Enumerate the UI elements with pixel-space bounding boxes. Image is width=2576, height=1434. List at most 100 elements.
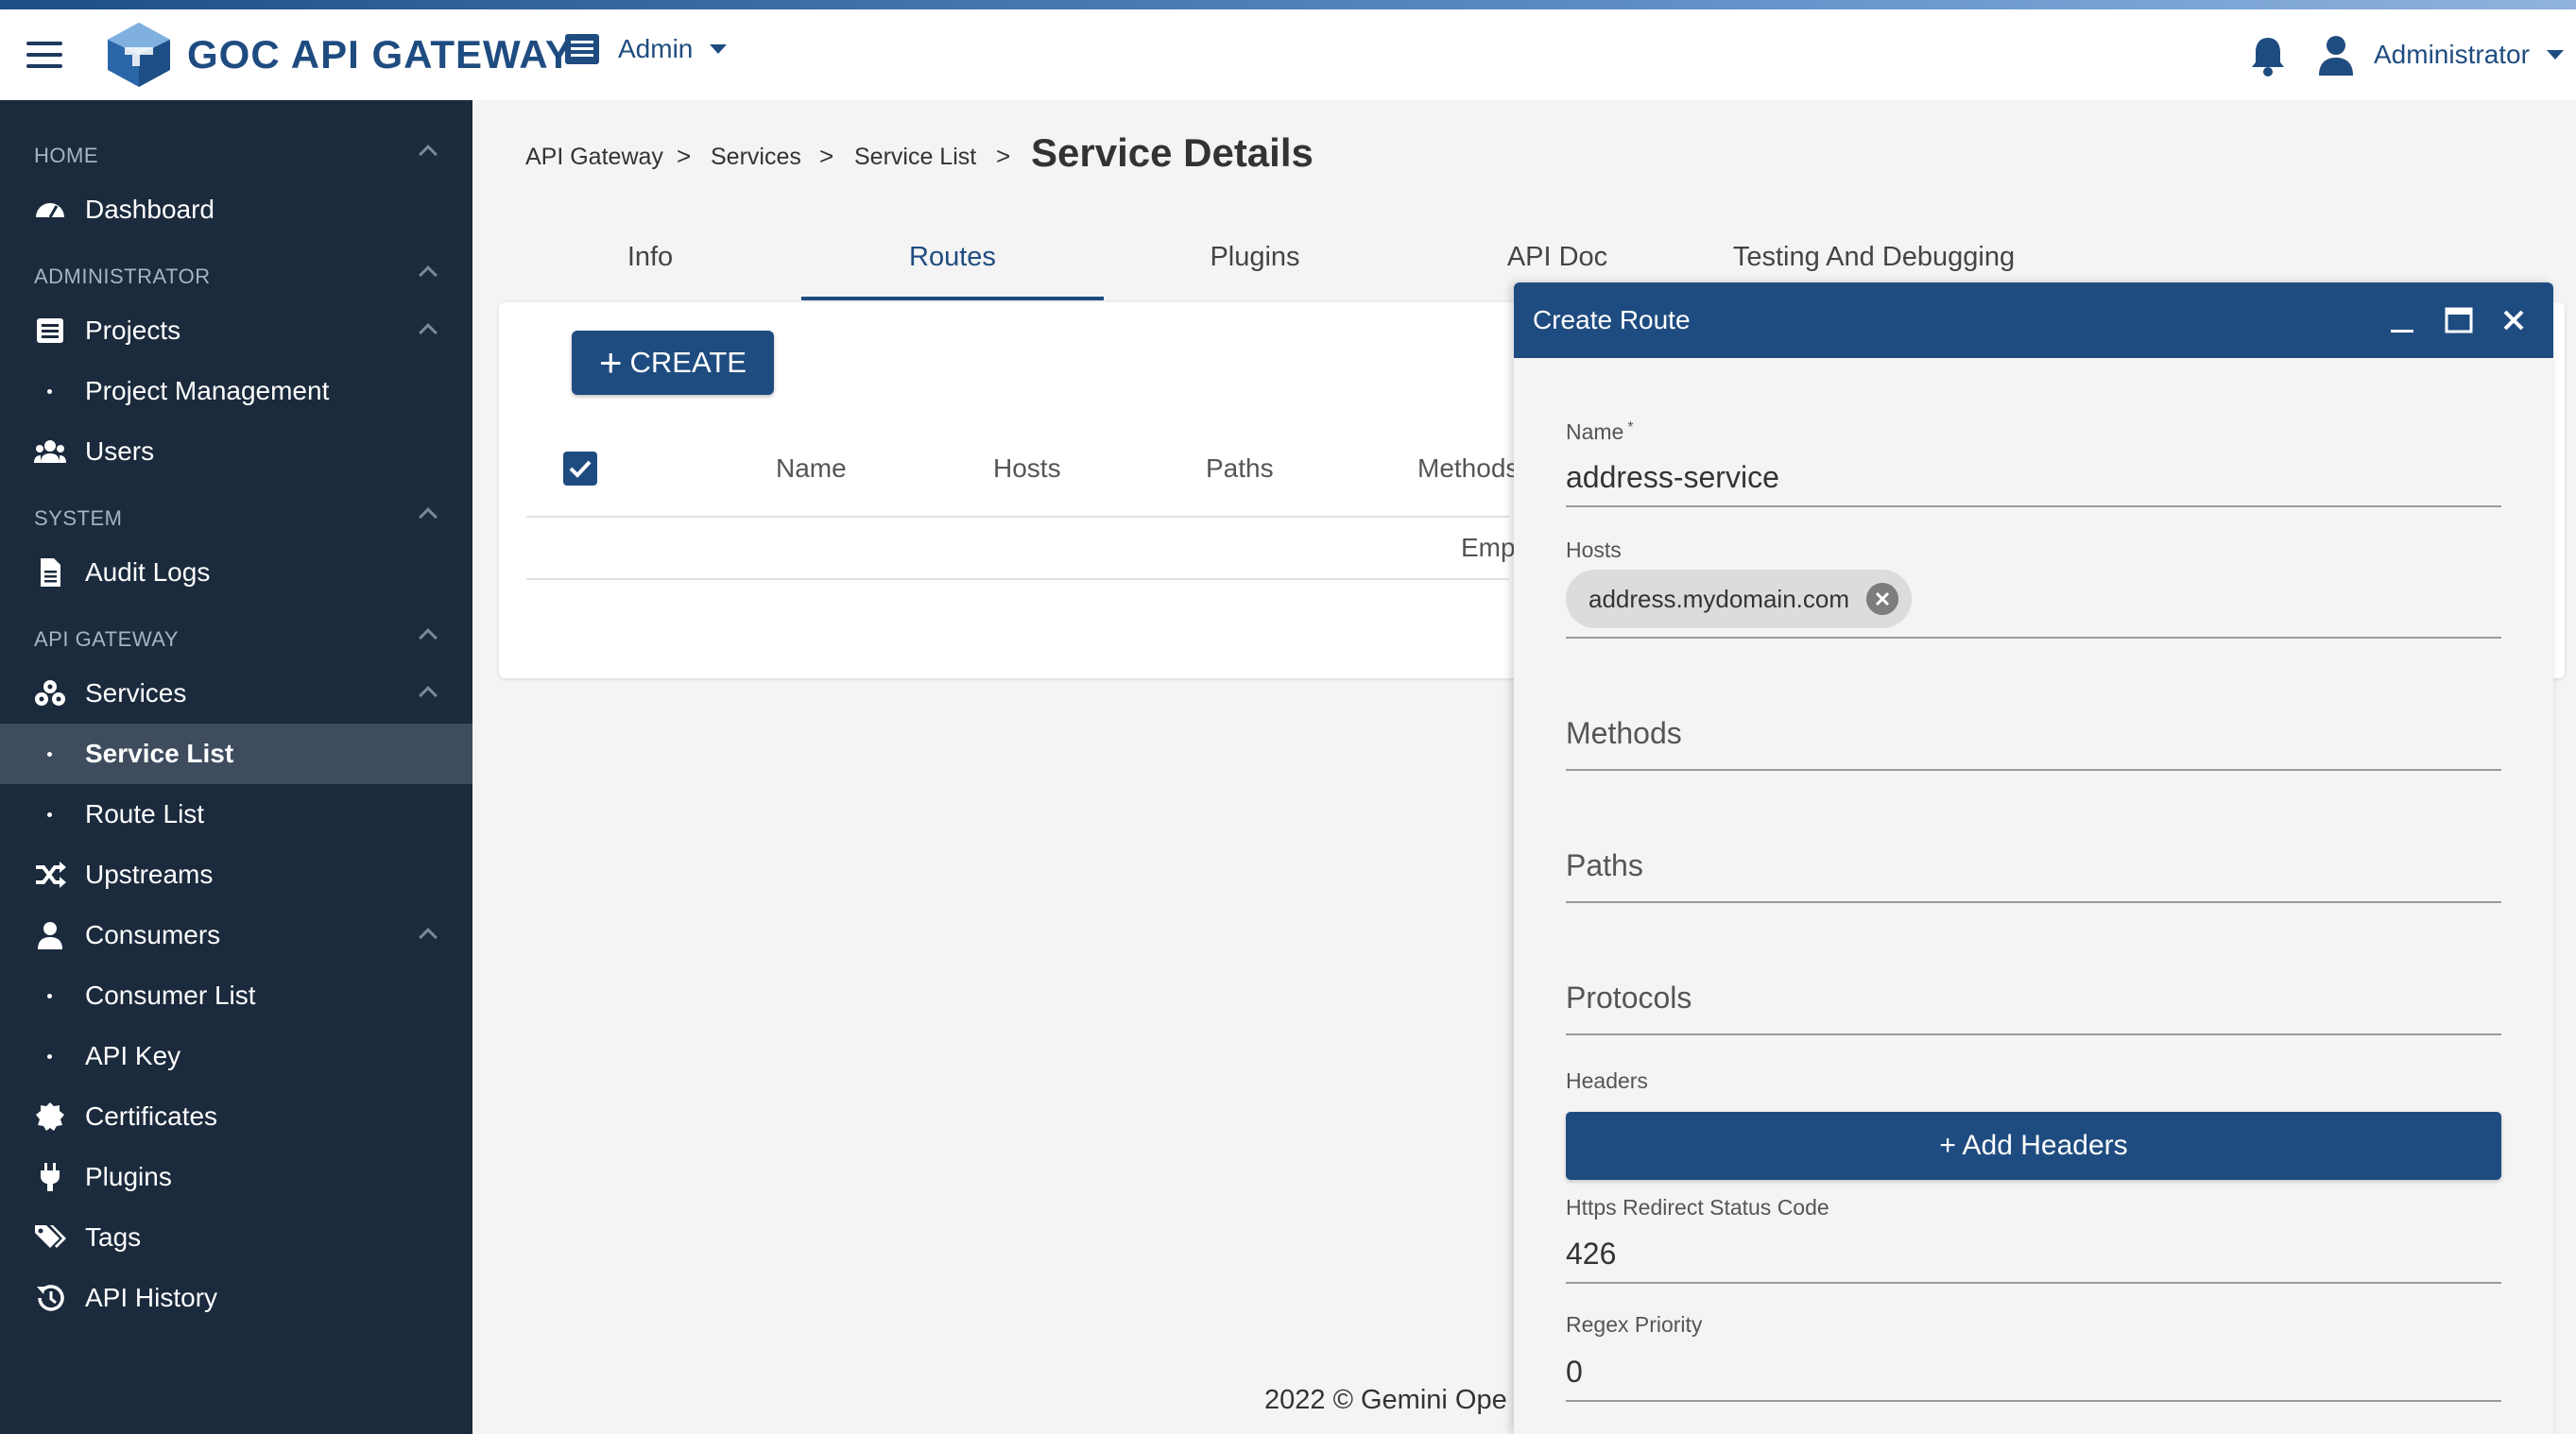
sidebar-item-services[interactable]: Services	[0, 663, 472, 724]
hosts-input[interactable]	[1566, 637, 2501, 639]
chevron-down-icon	[2546, 50, 2564, 60]
host-chip-label: address.mydomain.com	[1589, 584, 1849, 613]
user-name: Administrator	[2374, 40, 2530, 69]
sidebar-item-project-management[interactable]: Project Management	[0, 361, 472, 421]
section-administrator: ADMINISTRATOR	[34, 265, 211, 288]
add-headers-button[interactable]: + Add Headers	[1566, 1112, 2501, 1180]
sidebar-item-label: Tags	[85, 1222, 142, 1252]
sidebar-item-dashboard[interactable]: Dashboard	[0, 179, 472, 240]
sidebar-item-label: API Key	[85, 1041, 181, 1070]
tags-icon	[35, 1225, 66, 1248]
breadcrumb-separator: >	[819, 142, 834, 170]
top-accent-strip	[0, 0, 2576, 9]
chevron-up-icon[interactable]	[419, 507, 438, 526]
document-icon	[41, 558, 60, 587]
sidebar-item-consumers[interactable]: Consumers	[0, 905, 472, 965]
section-home: HOME	[34, 144, 98, 167]
tab-plugins[interactable]: Plugins	[1104, 242, 1406, 300]
regex-priority-input[interactable]: 0	[1566, 1355, 1583, 1390]
user-icon	[38, 922, 62, 949]
sidebar-item-plugins[interactable]: Plugins	[0, 1147, 472, 1207]
methods-input[interactable]: Methods	[1566, 716, 1682, 751]
list-icon	[37, 318, 63, 343]
sidebar-item-upstreams[interactable]: Upstreams	[0, 845, 472, 905]
top-header: GOC API GATEWAY Admin Administrator	[0, 9, 2576, 100]
breadcrumb-separator: >	[996, 142, 1011, 170]
name-input[interactable]: address-service	[1566, 460, 1779, 495]
breadcrumb-separator: >	[677, 142, 692, 170]
column-header-paths[interactable]: Paths	[1206, 453, 1274, 484]
active-tab-indicator	[801, 297, 1104, 300]
sidebar-item-users[interactable]: Users	[0, 421, 472, 482]
footer-copyright: 2022 © Gemini Ope	[1264, 1385, 1507, 1415]
sidebar-item-tags[interactable]: Tags	[0, 1207, 472, 1268]
breadcrumb-services[interactable]: Services	[711, 144, 801, 171]
sidebar-item-api-history[interactable]: API History	[0, 1268, 472, 1328]
close-icon[interactable]	[2497, 303, 2531, 337]
methods-underline	[1566, 769, 2501, 771]
host-chip: address.mydomain.com	[1566, 570, 1912, 628]
maximize-icon[interactable]	[2442, 303, 2476, 337]
empty-table-text: Emp	[1461, 533, 1516, 562]
sidebar-item-route-list[interactable]: Route List	[0, 784, 472, 845]
minimize-icon[interactable]	[2385, 303, 2419, 337]
create-route-button[interactable]: + CREATE	[572, 331, 774, 395]
bullet-icon	[47, 751, 52, 757]
check-icon	[569, 460, 592, 478]
tab-info[interactable]: Info	[499, 242, 801, 300]
table-divider	[526, 516, 1509, 518]
chevron-up-icon[interactable]	[419, 628, 438, 647]
breadcrumb-service-list[interactable]: Service List	[854, 144, 976, 171]
sidebar-item-label: Users	[85, 436, 155, 466]
chevron-up-icon[interactable]	[419, 145, 438, 163]
section-api-gateway: API GATEWAY	[34, 627, 180, 651]
column-header-name[interactable]: Name	[776, 453, 847, 484]
create-label: CREATE	[629, 346, 747, 379]
column-header-hosts[interactable]: Hosts	[993, 453, 1061, 484]
breadcrumb-api-gateway[interactable]: API Gateway	[525, 144, 663, 171]
sidebar-item-audit-logs[interactable]: Audit Logs	[0, 542, 472, 603]
shuffle-icon	[36, 862, 66, 888]
sidebar-item-label: Plugins	[85, 1162, 172, 1191]
headers-label: Headers	[1566, 1068, 1648, 1093]
dialog-title: Create Route	[1533, 305, 1691, 334]
tab-routes[interactable]: Routes	[801, 242, 1104, 300]
chevron-up-icon	[419, 323, 438, 342]
sidebar-item-projects[interactable]: Projects	[0, 300, 472, 361]
bullet-icon	[47, 993, 52, 999]
role-switcher[interactable]: Admin	[565, 34, 728, 64]
sidebar-item-consumer-list[interactable]: Consumer List	[0, 965, 472, 1026]
sidebar-item-certificates[interactable]: Certificates	[0, 1086, 472, 1147]
bell-icon[interactable]	[2249, 34, 2287, 77]
sidebar-item-label: Consumer List	[85, 981, 256, 1010]
history-icon	[37, 1285, 64, 1311]
name-label: Name *	[1566, 419, 1634, 444]
user-menu[interactable]: Administrator	[2317, 34, 2564, 76]
plus-icon: +	[599, 340, 623, 384]
menu-toggle-icon[interactable]	[26, 42, 62, 68]
list-icon	[565, 34, 599, 64]
sidebar-item-label: Service List	[85, 739, 234, 768]
protocols-input[interactable]: Protocols	[1566, 981, 1692, 1016]
protocols-underline	[1566, 1033, 2501, 1035]
hosts-label: Hosts	[1566, 538, 1622, 562]
sidebar-item-label: Certificates	[85, 1101, 218, 1131]
plug-icon	[41, 1163, 60, 1191]
sidebar-item-service-list[interactable]: Service List	[0, 724, 472, 784]
sidebar-item-label: Audit Logs	[85, 557, 211, 587]
dialog-title-bar: Create Route	[1514, 282, 2553, 358]
redirect-status-label: Https Redirect Status Code	[1566, 1195, 1829, 1220]
sidebar-item-label: Projects	[85, 316, 181, 345]
redirect-status-input[interactable]: 426	[1566, 1237, 1616, 1272]
services-icon	[35, 680, 65, 706]
select-all-checkbox[interactable]	[563, 452, 597, 486]
remove-chip-icon[interactable]	[1866, 583, 1898, 615]
role-label: Admin	[618, 34, 694, 63]
sidebar-item-api-key[interactable]: API Key	[0, 1026, 472, 1086]
create-route-dialog: Create Route Name * address-service Hosts…	[1514, 282, 2553, 1434]
column-header-methods[interactable]: Methods	[1417, 453, 1519, 484]
paths-input[interactable]: Paths	[1566, 848, 1643, 883]
sidebar: HOME Dashboard ADMINISTRATOR Projects Pr…	[0, 100, 472, 1434]
sidebar-item-label: API History	[85, 1283, 218, 1312]
chevron-up-icon[interactable]	[419, 265, 438, 284]
